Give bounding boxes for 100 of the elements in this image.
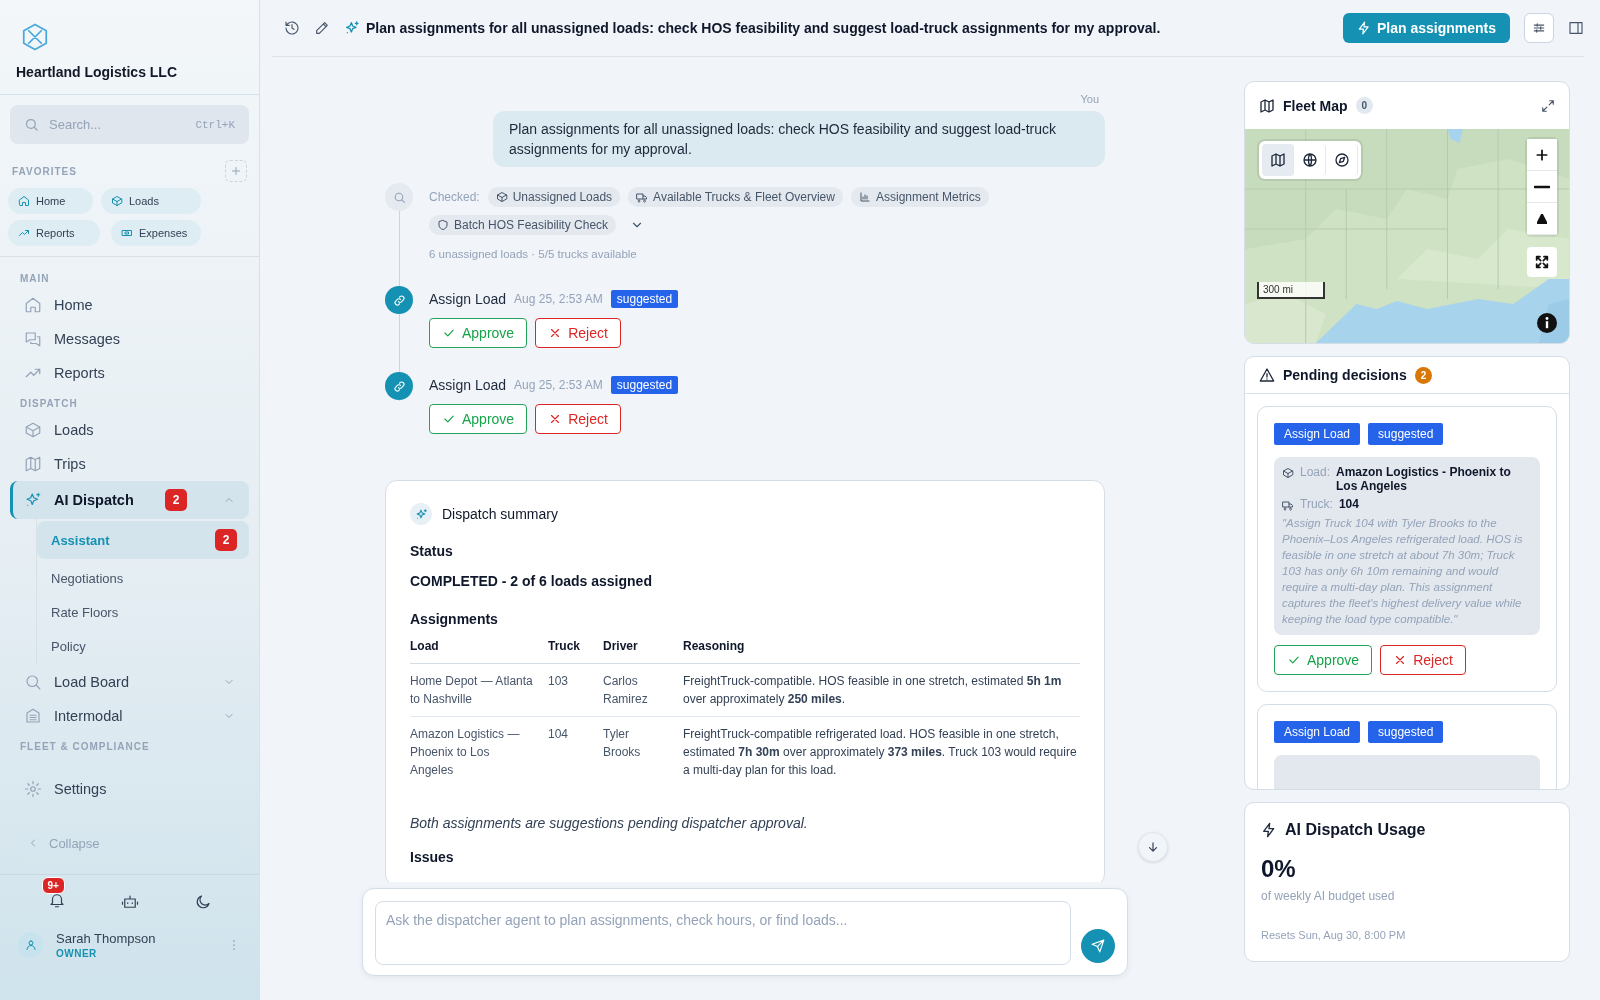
robot-icon[interactable] <box>120 893 139 911</box>
expand-icon[interactable] <box>1541 98 1555 113</box>
compass-arrow-icon <box>1537 213 1547 224</box>
box-icon <box>495 191 508 203</box>
favorite-chip[interactable]: Loads <box>101 188 201 214</box>
count-badge: 2 <box>165 489 187 511</box>
column-header: Truck <box>548 633 603 664</box>
message-author: You <box>1079 93 1099 105</box>
table-cell: Tyler Brooks <box>603 716 683 787</box>
search-icon <box>24 673 42 691</box>
box-icon <box>24 421 42 439</box>
nav-subitem[interactable]: Assistant 2 <box>37 521 249 559</box>
shortcut-hint: Ctrl+K <box>195 118 235 131</box>
search-icon <box>392 190 406 204</box>
search-input[interactable]: Search... <box>47 116 188 133</box>
nav-subitem[interactable]: Policy <box>37 629 249 663</box>
send-icon <box>1091 939 1105 953</box>
warning-icon <box>1259 367 1275 383</box>
nav-item[interactable]: Messages <box>10 322 249 356</box>
timestamp: Aug 25, 2:53 AM <box>514 292 603 306</box>
count-badge: 2 <box>1414 366 1433 384</box>
lightning-icon <box>1356 21 1371 35</box>
reject-button[interactable]: Reject <box>535 318 621 348</box>
reset-time: Resets Sun, Aug 30, 8:00 PM <box>1261 929 1407 941</box>
map-icon <box>1269 152 1286 168</box>
user-icon <box>25 939 37 951</box>
tag: suggested <box>1368 721 1444 743</box>
usage-value: 0% <box>1261 855 1297 883</box>
panel-icon[interactable] <box>1568 20 1584 36</box>
nav-subitem[interactable]: Rate Floors <box>37 595 249 629</box>
sparkle-icon <box>344 20 360 36</box>
compass-icon <box>1333 152 1350 168</box>
panel-title: AI Dispatch Usage <box>1285 821 1426 839</box>
table-cell: 103 <box>548 663 603 717</box>
nav-item[interactable]: Loads <box>10 413 249 447</box>
message-input[interactable]: Ask the dispatcher agent to plan assignments, check hours, or find loads... <box>375 901 1071 965</box>
link-icon <box>392 293 406 307</box>
panel-title: Pending decisions <box>1283 367 1407 383</box>
link-icon <box>392 379 406 393</box>
chat-icon <box>24 330 42 348</box>
favorite-chip[interactable]: Reports <box>8 220 100 246</box>
company-name: Heartland Logistics LLC <box>16 64 179 80</box>
reject-button[interactable]: Reject <box>535 404 621 434</box>
nav-item[interactable]: Reports <box>10 356 249 390</box>
minus-icon <box>1534 184 1550 189</box>
nav-item[interactable]: Intermodal <box>10 699 249 733</box>
tag: suggested <box>1368 423 1444 445</box>
truck-icon <box>636 191 649 203</box>
history-icon[interactable] <box>284 20 300 36</box>
shield-icon <box>437 219 449 231</box>
nav-item[interactable]: Trips <box>10 447 249 481</box>
plan-assignments-button[interactable]: Plan assignments <box>1342 13 1510 43</box>
info-button[interactable] <box>1537 313 1557 333</box>
truck-number: 104 <box>1338 497 1359 511</box>
trend-line-icon <box>18 227 30 239</box>
nav-item[interactable]: Load Board <box>10 665 249 699</box>
zoom-in-button[interactable] <box>1527 139 1557 171</box>
globe-icon <box>1301 152 1318 168</box>
nav-item[interactable]: Settings <box>10 772 249 806</box>
column-header: Load <box>410 633 548 664</box>
section-heading: DISPATCH <box>19 397 79 411</box>
ticket-icon <box>121 227 133 239</box>
note-text: Both assignments are suggestions pending dispatcher approval. <box>410 815 809 831</box>
fullscreen-icon <box>1534 254 1550 270</box>
action-title: Assign Load <box>429 291 507 307</box>
action-title: Assign Load <box>429 377 507 393</box>
truck-icon <box>1282 499 1294 511</box>
field-label: Load: <box>1300 465 1331 479</box>
bell-icon[interactable] <box>47 891 66 909</box>
scroll-down-button[interactable] <box>1138 832 1168 862</box>
tool-chip: Assignment Metrics <box>850 187 989 207</box>
map-scale: 300 mi <box>1257 282 1325 299</box>
map-style-button[interactable] <box>1262 144 1294 176</box>
edit-icon[interactable] <box>314 20 330 36</box>
favorite-chip[interactable]: Expenses <box>111 220 201 246</box>
notification-badge: 9+ <box>41 877 65 894</box>
hexagon-logo-icon <box>20 22 50 52</box>
table-cell: Amazon Logistics — Phoenix to Los Angeles <box>410 716 548 787</box>
reject-button[interactable]: Reject <box>1380 645 1466 675</box>
section-heading: FLEET & COMPLIANCE <box>19 740 151 754</box>
usage-caption: of weekly AI budget used <box>1261 889 1396 903</box>
count-badge: 2 <box>215 529 237 551</box>
table-cell: FreightTruck-compatible refrigerated load. HOS feasible in one stretch, estimated 7h 30m over approximately 373 miles. Truck 103 would require a multi-day plan for this load. <box>683 716 1080 787</box>
plus-icon <box>230 165 242 177</box>
column-header: Driver <box>603 633 683 664</box>
box-icon <box>111 195 123 207</box>
field-label: Truck: <box>1300 497 1333 511</box>
home-icon <box>24 296 42 314</box>
nav-item[interactable]: Home <box>10 288 249 322</box>
sliders-icon <box>1532 21 1546 35</box>
reasoning-quote: "Assign Truck 104 with Tyler Brooks to the Phoenix–Los Angeles refrigerated load. HOS is feasible in one stretch at about 7h 30m; Truck 103 has only 6h 10m remaining and would require a multi-day plan. This assignment captures the fleet's highest delivery value while keeping the load type compatible." <box>1282 516 1524 627</box>
table-cell: 104 <box>548 716 603 787</box>
filter-button[interactable] <box>1524 13 1554 43</box>
nav-item[interactable]: AI Dispatch 2 <box>10 481 249 519</box>
table-cell: FreightTruck-compatible. HOS feasible in one stretch, estimated 5h 1m over approximately 250 miles. <box>683 663 1080 717</box>
search-icon <box>24 117 39 132</box>
send-button[interactable] <box>1081 929 1115 963</box>
nav-subitem[interactable]: Negotiations <box>37 561 249 595</box>
favorite-chip[interactable]: Home <box>8 188 93 214</box>
fullscreen-button[interactable] <box>1527 247 1557 277</box>
